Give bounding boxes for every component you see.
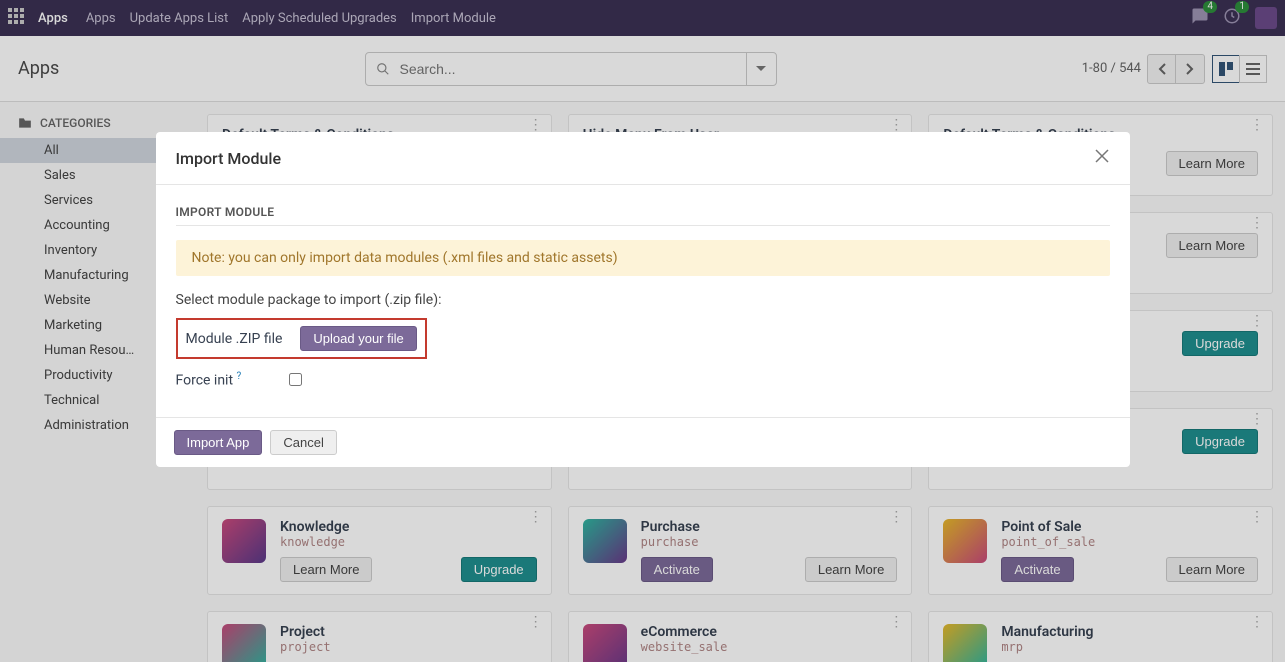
upload-file-button[interactable]: Upload your file bbox=[300, 326, 416, 351]
help-icon[interactable]: ? bbox=[237, 371, 242, 382]
modal-title: Import Module bbox=[176, 149, 282, 168]
close-icon[interactable] bbox=[1094, 148, 1110, 168]
import-module-dialog: Import Module IMPORT MODULE Note: you ca… bbox=[156, 132, 1130, 467]
import-app-button[interactable]: Import App bbox=[174, 430, 263, 455]
warning-note: Note: you can only import data modules (… bbox=[176, 240, 1110, 276]
force-init-checkbox[interactable] bbox=[289, 373, 302, 386]
cancel-button[interactable]: Cancel bbox=[270, 430, 336, 455]
upload-row-highlight: Module .ZIP file Upload your file bbox=[176, 318, 427, 359]
zip-file-label: Module .ZIP file bbox=[186, 331, 283, 347]
modal-overlay[interactable]: Import Module IMPORT MODULE Note: you ca… bbox=[0, 0, 1285, 662]
section-header: IMPORT MODULE bbox=[176, 205, 1110, 226]
force-init-label: Force init bbox=[176, 373, 234, 389]
instruction-text: Select module package to import (.zip fi… bbox=[176, 292, 1110, 308]
